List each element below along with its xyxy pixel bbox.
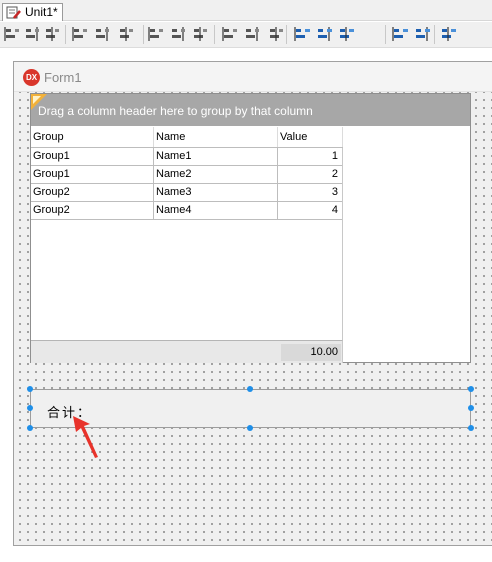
column-header-value[interactable]: Value: [278, 127, 343, 147]
dx-logo-icon: DX: [23, 69, 40, 86]
creation-order-icon[interactable]: [440, 26, 458, 42]
data-grid[interactable]: Drag a column header here to group by th…: [30, 93, 471, 363]
space-equal-h-icon[interactable]: [148, 26, 166, 42]
table-cell[interactable]: Group1: [31, 148, 154, 166]
selection-handle-middle-right[interactable]: [468, 405, 474, 411]
tab-unit1[interactable]: Unit1*: [2, 3, 63, 21]
selection-handle-top-left[interactable]: [27, 386, 33, 392]
table-cell[interactable]: 1: [278, 148, 343, 166]
send-to-back-icon[interactable]: [392, 26, 410, 42]
toolbar-separator: [143, 25, 144, 44]
toolbar-separator: [385, 25, 386, 44]
form-caption: Form1: [44, 70, 82, 85]
toolbar-separator: [286, 25, 287, 44]
align-hcenter-icon[interactable]: [44, 26, 62, 42]
selection-handle-top-center[interactable]: [247, 386, 253, 392]
column-header-group[interactable]: Group: [31, 127, 154, 147]
selection-handle-bottom-center[interactable]: [247, 425, 253, 431]
toolbar-separator: [214, 25, 215, 44]
column-header-name[interactable]: Name: [154, 127, 278, 147]
unit-file-icon: [6, 6, 21, 19]
align-top-icon[interactable]: [72, 26, 90, 42]
footer-sum-value: 10.00: [281, 344, 341, 361]
form-window[interactable]: DX Form1 Drag a column header here to gr…: [13, 61, 492, 546]
form-title-bar: DX Form1: [14, 62, 492, 92]
space-equal-v-icon[interactable]: [170, 26, 188, 42]
make-same-size-icon[interactable]: [316, 26, 334, 42]
center-in-window-h-icon[interactable]: [192, 26, 210, 42]
grid-footer: 10.00: [31, 340, 343, 363]
toolbar-separator: [65, 25, 66, 44]
table-cell[interactable]: Group1: [31, 166, 154, 184]
designer-surface: DX Form1 Drag a column header here to gr…: [0, 49, 492, 562]
table-cell[interactable]: 2: [278, 166, 343, 184]
selection-handle-middle-left[interactable]: [27, 405, 33, 411]
tab-label: Unit1*: [25, 5, 58, 19]
table-cell[interactable]: 4: [278, 202, 343, 220]
table-cell[interactable]: Name1: [154, 148, 278, 166]
selection-handle-top-right[interactable]: [468, 386, 474, 392]
size-to-grid-icon[interactable]: [244, 26, 262, 42]
make-same-width-icon[interactable]: [268, 26, 286, 42]
table-cell[interactable]: Group2: [31, 184, 154, 202]
selection-handle-bottom-right[interactable]: [468, 425, 474, 431]
make-same-height-icon[interactable]: [294, 26, 312, 42]
align-right-icon[interactable]: [24, 26, 42, 42]
align-toolbar: [0, 22, 492, 48]
annotation-arrow-icon: [73, 416, 98, 458]
toolbar-separator: [434, 25, 435, 44]
table-cell[interactable]: Name4: [154, 202, 278, 220]
selection-handle-bottom-left[interactable]: [27, 425, 33, 431]
tab-order-icon[interactable]: [414, 26, 432, 42]
editor-tab-bar: Unit1*: [0, 0, 492, 21]
group-by-panel[interactable]: Drag a column header here to group by th…: [31, 94, 470, 126]
align-left-icon[interactable]: [4, 26, 22, 42]
align-vcenter-icon[interactable]: [118, 26, 136, 42]
table-cell[interactable]: Group2: [31, 202, 154, 220]
bring-to-front-icon[interactable]: [338, 26, 356, 42]
center-in-window-v-icon[interactable]: [222, 26, 240, 42]
align-bottom-icon[interactable]: [94, 26, 112, 42]
grid-edge-line: [342, 148, 343, 340]
group-panel-hint: Drag a column header here to group by th…: [38, 104, 313, 118]
table-cell[interactable]: Name3: [154, 184, 278, 202]
table-cell[interactable]: Name2: [154, 166, 278, 184]
table-cell[interactable]: 3: [278, 184, 343, 202]
